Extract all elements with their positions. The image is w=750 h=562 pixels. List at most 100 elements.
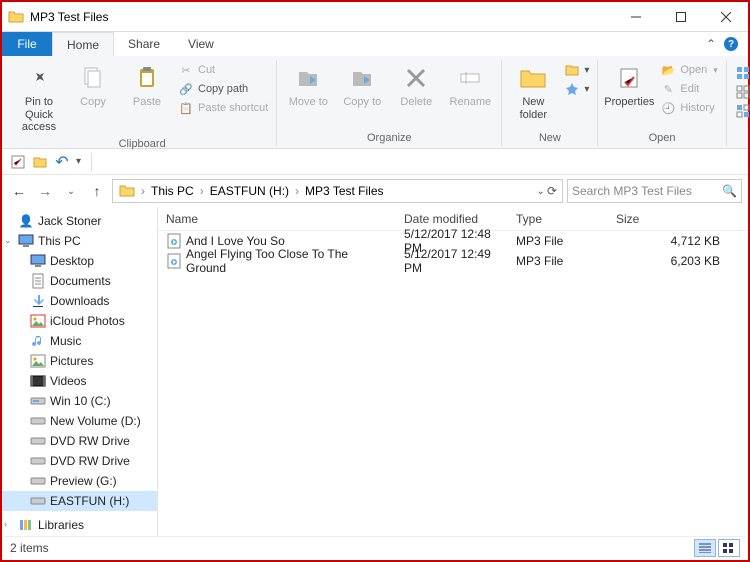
file-size: 4,712 KB [608, 234, 748, 248]
qat-new-folder-icon[interactable] [32, 154, 48, 170]
help-icon[interactable]: ? [724, 37, 738, 51]
tree-this-pc[interactable]: ⌄ This PC [2, 231, 157, 251]
tree-item-icon [30, 493, 46, 509]
open-icon: 📂 [660, 62, 676, 78]
tree-item-icon [30, 413, 46, 429]
search-placeholder: Search MP3 Test Files [572, 184, 692, 198]
column-type[interactable]: Type [508, 212, 608, 226]
address-dropdown-icon[interactable]: ⌄ [537, 186, 545, 197]
collapse-ribbon-button[interactable]: ⌃ [706, 37, 716, 51]
column-size[interactable]: Size [608, 212, 748, 226]
tree-item-label: Preview (G:) [50, 474, 117, 488]
open-button[interactable]: 📂Open▾ [658, 61, 719, 79]
file-list[interactable]: Name Date modified Type Size And I Love … [158, 207, 748, 536]
maximize-button[interactable] [658, 2, 703, 31]
new-item-button[interactable]: ▾ [562, 61, 591, 79]
tree-item-icon [30, 273, 46, 289]
qat-properties-icon[interactable] [10, 154, 26, 170]
refresh-icon[interactable]: ⟳ [547, 184, 557, 198]
ribbon: Pin to Quick access Copy Paste ✂Cut 🔗Cop… [2, 56, 748, 149]
address-bar[interactable]: › This PC › EASTFUN (H:) › MP3 Test File… [112, 179, 563, 203]
tree-item[interactable]: Videos [2, 371, 157, 391]
back-button[interactable]: ← [8, 180, 30, 202]
file-size: 6,203 KB [608, 254, 748, 268]
tree-item[interactable]: DVD RW Drive [2, 431, 157, 451]
qat-undo-icon[interactable]: ↶ [54, 154, 70, 170]
select-none-button[interactable]: Select none [733, 83, 750, 101]
column-name[interactable]: Name [158, 212, 396, 226]
invert-selection-button[interactable]: Invert selection [733, 102, 750, 120]
group-organize-label: Organize [367, 128, 412, 146]
tab-share[interactable]: Share [114, 32, 174, 56]
properties-button[interactable]: Properties [604, 60, 654, 109]
crumb-folder[interactable]: MP3 Test Files [301, 184, 387, 198]
cut-button[interactable]: ✂Cut [176, 61, 270, 79]
easy-access-button[interactable]: ▾ [562, 80, 591, 98]
select-all-button[interactable]: Select all [733, 64, 750, 82]
edit-button[interactable]: ✎Edit [658, 80, 719, 98]
tree-item-label: Videos [50, 374, 86, 388]
view-details-button[interactable] [694, 539, 716, 557]
tree-item-icon [30, 253, 46, 269]
search-box[interactable]: Search MP3 Test Files 🔍 [567, 179, 742, 203]
tree-item[interactable]: Desktop [2, 251, 157, 271]
group-open: Properties 📂Open▾ ✎Edit 🕘History Open [598, 60, 726, 146]
group-open-label: Open [649, 128, 676, 146]
tree-item[interactable]: EASTFUN (H:) [2, 491, 157, 511]
paste-icon [131, 62, 163, 94]
copy-button[interactable]: Copy [68, 60, 118, 109]
rename-button[interactable]: Rename [445, 60, 495, 109]
tree-item[interactable]: Preview (G:) [2, 471, 157, 491]
group-organize: Move to Copy to Delete Rename Organize [277, 60, 502, 146]
history-button[interactable]: 🕘History [658, 99, 719, 117]
qat-customize-icon[interactable]: ▾ [76, 156, 81, 167]
pin-icon [23, 62, 55, 94]
navigation-tree[interactable]: 👤 Jack Stoner ⌄ This PC DesktopDocuments… [2, 207, 158, 536]
libraries-icon [18, 517, 34, 533]
crumb-this-pc[interactable]: This PC [147, 184, 198, 198]
up-button[interactable]: ↑ [86, 180, 108, 202]
copy-to-button[interactable]: Copy to [337, 60, 387, 109]
tree-libraries[interactable]: › Libraries [2, 515, 157, 535]
group-new: New folder ▾ ▾ New [502, 60, 598, 146]
file-row[interactable]: Angel Flying Too Close To The Ground5/12… [158, 251, 748, 271]
easy-access-icon [564, 81, 580, 97]
recent-dropdown[interactable]: ⌄ [60, 180, 82, 202]
tree-item[interactable]: Downloads [2, 291, 157, 311]
tree-item-icon [30, 313, 46, 329]
tree-item-label: iCloud Photos [50, 314, 125, 328]
delete-button[interactable]: Delete [391, 60, 441, 109]
tree-item[interactable]: DVD RW Drive [2, 451, 157, 471]
tab-file[interactable]: File [2, 32, 52, 56]
tree-item[interactable]: Music [2, 331, 157, 351]
copy-path-button[interactable]: 🔗Copy path [176, 80, 270, 98]
forward-button[interactable]: → [34, 180, 56, 202]
tree-item[interactable]: iCloud Photos [2, 311, 157, 331]
paste-shortcut-button[interactable]: 📋Paste shortcut [176, 99, 270, 117]
paste-button[interactable]: Paste [122, 60, 172, 109]
tree-item[interactable]: New Volume (D:) [2, 411, 157, 431]
crumb-drive[interactable]: EASTFUN (H:) [206, 184, 293, 198]
tree-item[interactable]: Documents [2, 271, 157, 291]
tab-view[interactable]: View [174, 32, 228, 56]
navigation-bar: ← → ⌄ ↑ › This PC › EASTFUN (H:) › MP3 T… [2, 175, 748, 207]
new-folder-button[interactable]: New folder [508, 60, 558, 121]
pin-to-quick-access-button[interactable]: Pin to Quick access [14, 60, 64, 134]
move-to-button[interactable]: Move to [283, 60, 333, 109]
properties-icon [613, 62, 645, 94]
tree-item[interactable]: Win 10 (C:) [2, 391, 157, 411]
folder-icon [8, 9, 24, 25]
tree-item[interactable]: Pictures [2, 351, 157, 371]
close-button[interactable] [703, 2, 748, 31]
tree-item-icon [30, 393, 46, 409]
column-date[interactable]: Date modified [396, 212, 508, 226]
view-icons-button[interactable] [718, 539, 740, 557]
tree-item-label: New Volume (D:) [50, 414, 141, 428]
tab-home[interactable]: Home [52, 32, 114, 56]
minimize-button[interactable] [613, 2, 658, 31]
new-folder-icon [517, 62, 549, 94]
tree-user[interactable]: 👤 Jack Stoner [2, 211, 157, 231]
expand-icon[interactable]: › [4, 519, 14, 529]
new-item-icon [564, 62, 580, 78]
expand-icon[interactable]: ⌄ [4, 235, 14, 246]
